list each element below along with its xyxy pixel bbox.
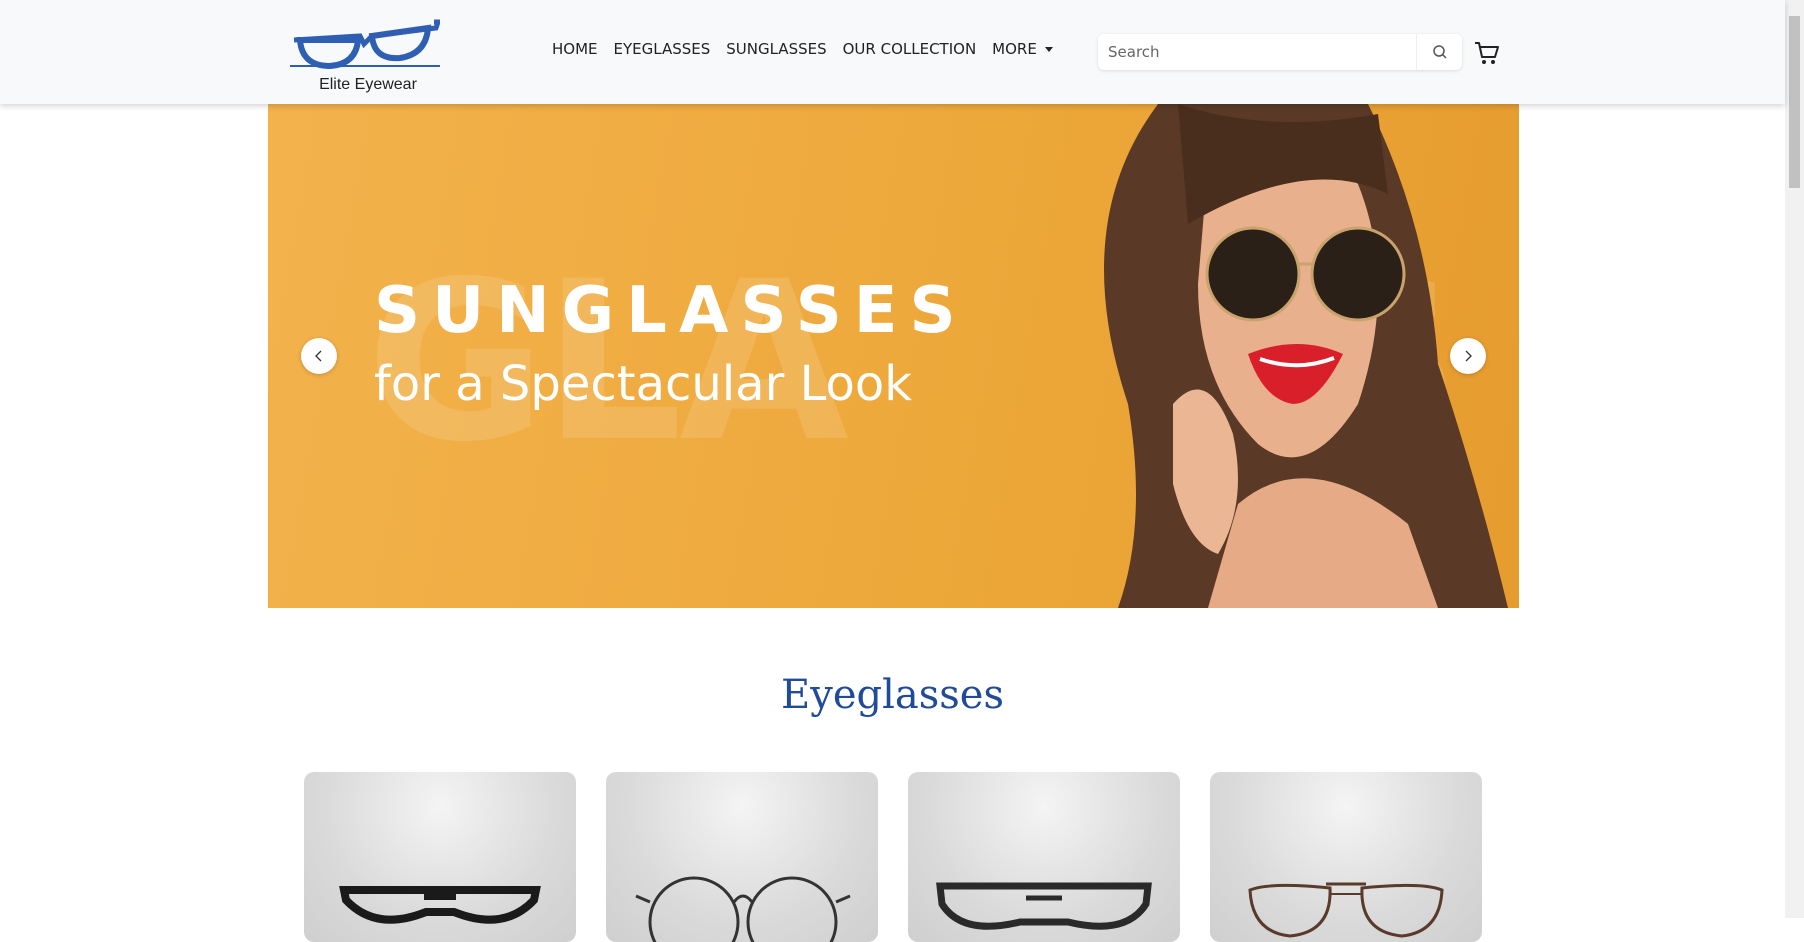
nav-home[interactable]: HOME: [552, 40, 598, 58]
search-icon: [1433, 45, 1447, 59]
eyeglasses-product-image: [635, 876, 851, 942]
page-scrollbar[interactable]: [1785, 0, 1804, 918]
model-photo: [1104, 104, 1508, 608]
nav-more-dropdown[interactable]: MORE: [992, 40, 1053, 58]
logo[interactable]: Elite Eyewear: [290, 14, 440, 96]
nav-eyeglasses[interactable]: EYEGLASSES: [614, 40, 711, 58]
eyeglasses-product-image: [936, 882, 1152, 930]
chevron-right-icon: [1465, 350, 1472, 362]
eyeglasses-product-image: [1248, 882, 1444, 938]
hero-subtitle: for a Spectacular Look: [374, 356, 913, 412]
brand-name: Elite Eyewear: [319, 76, 417, 93]
cart-button[interactable]: [1474, 40, 1500, 66]
search-button[interactable]: [1416, 34, 1463, 70]
navbar: Elite Eyewear HOME EYEGLASSES SUNGLASSES…: [0, 0, 1785, 104]
hero-title: SUNGLASSES: [374, 274, 968, 348]
search-input[interactable]: [1098, 34, 1416, 70]
carousel-prev-button[interactable]: [301, 338, 337, 374]
glasses-logo-icon: [290, 19, 440, 70]
search-box: [1098, 34, 1462, 70]
main-nav: HOME EYEGLASSES SUNGLASSES OUR COLLECTIO…: [552, 40, 1069, 58]
carousel-next-button[interactable]: [1450, 338, 1486, 374]
hero-carousel: GLA S SUNGLASSES for a Spectacular Look: [268, 104, 1519, 608]
nav-sunglasses[interactable]: SUNGLASSES: [726, 40, 826, 58]
nav-more-label: MORE: [992, 40, 1037, 58]
chevron-left-icon: [315, 350, 322, 362]
scrollbar-thumb[interactable]: [1789, 16, 1800, 188]
eyeglasses-product-image: [339, 886, 541, 924]
product-card[interactable]: [304, 772, 576, 942]
cart-icon: [1475, 42, 1499, 64]
product-card[interactable]: [908, 772, 1180, 942]
product-card[interactable]: [606, 772, 878, 942]
caret-down-icon: [1044, 46, 1053, 52]
section-title-eyeglasses: Eyeglasses: [781, 672, 1004, 718]
nav-our-collection[interactable]: OUR COLLECTION: [843, 40, 977, 58]
product-card[interactable]: [1210, 772, 1482, 942]
